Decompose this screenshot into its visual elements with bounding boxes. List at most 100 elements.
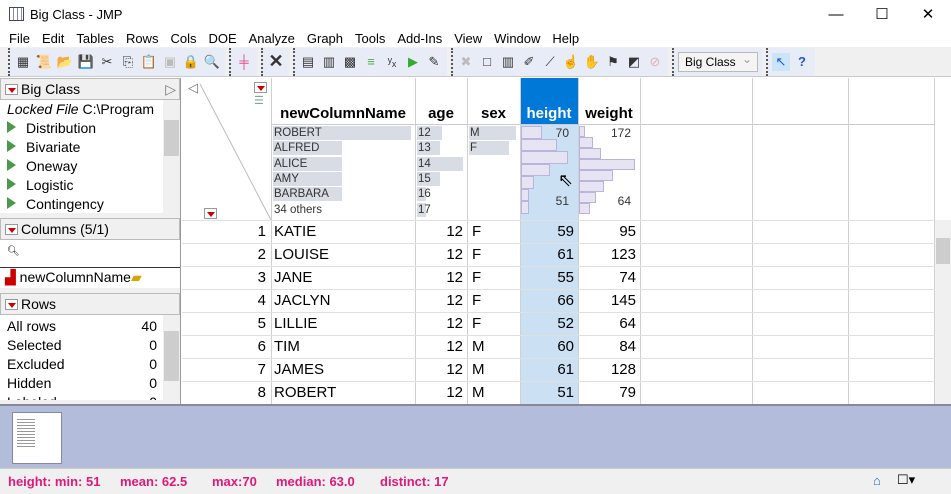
cell-age[interactable]: 12 — [415, 338, 463, 355]
menu-file[interactable]: File — [0, 30, 36, 47]
menu-doe[interactable]: DOE — [202, 30, 242, 47]
menu-tools[interactable]: Tools — [349, 30, 391, 47]
scrollbar[interactable] — [163, 100, 180, 213]
arrow-pointer-icon[interactable]: ↖ — [772, 52, 790, 71]
menu-tables[interactable]: Tables — [70, 30, 120, 47]
table-row[interactable]: 3 JANE 12 F 55 74 — [182, 266, 935, 289]
row-number[interactable]: 3 — [182, 269, 266, 286]
menu-add-ins[interactable]: Add-Ins — [391, 30, 448, 47]
minimize-button[interactable]: — — [813, 0, 859, 30]
cell-age[interactable]: 12 — [415, 384, 463, 401]
cell-newColumnName[interactable]: JAMES — [274, 361, 324, 378]
summary-icon[interactable]: ▥ — [320, 53, 338, 71]
annotate-icon[interactable]: ✐ — [520, 53, 538, 71]
scrollbar[interactable] — [163, 315, 180, 400]
row-number[interactable]: 7 — [182, 361, 266, 378]
rows-red-triangle-icon[interactable] — [203, 208, 217, 219]
paste-icon[interactable]: 📋 — [140, 53, 158, 71]
maximize-button[interactable]: ☐ — [859, 0, 905, 30]
script-item[interactable]: Distribution — [7, 119, 180, 138]
rows-panel-header[interactable]: Rows — [0, 293, 180, 315]
data-table-icon[interactable]: ▤ — [299, 53, 317, 71]
cell-height[interactable]: 52 — [520, 315, 574, 332]
cell-sex[interactable]: M — [472, 361, 485, 378]
cell-weight[interactable]: 95 — [578, 223, 636, 240]
menu-window[interactable]: Window — [488, 30, 546, 47]
split-icon[interactable]: ╪ — [235, 53, 253, 71]
column-list-item[interactable]: ▟ newColumnName▰ — [0, 268, 180, 288]
script-item[interactable]: Logistic — [7, 176, 180, 195]
table-combo[interactable]: Big Class — [678, 51, 758, 72]
cell-age[interactable]: 12 — [415, 246, 463, 263]
cell-sex[interactable]: F — [472, 292, 481, 309]
cell-age[interactable]: 12 — [415, 269, 463, 286]
table-row[interactable]: 4 JACLYN 12 F 66 145 — [182, 289, 935, 312]
cell-newColumnName[interactable]: LOUISE — [274, 246, 329, 263]
table-row[interactable]: 5 LILLIE 12 F 52 64 — [182, 312, 935, 335]
graph-builder-icon[interactable]: ▩ — [341, 53, 359, 71]
menu-rows[interactable]: Rows — [120, 30, 165, 47]
cell-height[interactable]: 55 — [520, 269, 574, 286]
cell-age[interactable]: 12 — [415, 315, 463, 332]
cell-weight[interactable]: 64 — [578, 315, 636, 332]
new-script-icon[interactable]: 📜 — [35, 53, 53, 71]
collapse-icon[interactable]: ▷ — [165, 81, 176, 98]
row-number[interactable]: 2 — [182, 246, 266, 263]
cell-newColumnName[interactable]: LILLIE — [274, 315, 317, 332]
lock-icon[interactable]: 🔒 — [182, 53, 200, 71]
table-panel-header[interactable]: Big Class ▷ — [0, 78, 180, 100]
cell-height[interactable]: 51 — [520, 384, 574, 401]
cell-sex[interactable]: M — [472, 384, 485, 401]
settings-icon[interactable]: ▣ — [161, 53, 179, 71]
menu-view[interactable]: View — [448, 30, 488, 47]
collapse-left-icon[interactable]: ◁ — [188, 80, 198, 96]
cell-weight[interactable]: 123 — [578, 246, 636, 263]
row-number[interactable]: 5 — [182, 315, 266, 332]
column-header-newColumnName[interactable]: newColumnName — [271, 105, 415, 122]
table-row[interactable]: 1 KATIE 12 F 59 95 — [182, 220, 935, 243]
red-triangle-icon[interactable] — [5, 223, 18, 235]
wand-icon[interactable]: ⟋ — [541, 53, 559, 71]
column-header-height[interactable]: height — [520, 105, 578, 122]
cell-height[interactable]: 60 — [520, 338, 574, 355]
red-triangle-icon[interactable] — [5, 83, 18, 95]
row-number[interactable]: 4 — [182, 292, 266, 309]
cell-sex[interactable]: M — [472, 338, 485, 355]
script-item[interactable]: Bivariate — [7, 138, 180, 157]
row-number[interactable]: 6 — [182, 338, 266, 355]
column-header-weight[interactable]: weight — [578, 105, 640, 122]
cell-newColumnName[interactable]: JANE — [274, 269, 312, 286]
cell-newColumnName[interactable]: ROBERT — [274, 384, 336, 401]
table-row[interactable]: 7 JAMES 12 M 61 128 — [182, 358, 935, 381]
help-icon[interactable]: ? — [793, 53, 811, 71]
column-header-age[interactable]: age — [415, 105, 467, 122]
cell-sex[interactable]: F — [472, 315, 481, 332]
new-table-icon[interactable]: ▦ — [14, 53, 32, 71]
cell-age[interactable]: 12 — [415, 292, 463, 309]
columns-icon[interactable]: ▥ — [499, 53, 517, 71]
window-list-icon[interactable]: ☐▾ — [897, 472, 915, 488]
table-row[interactable]: 6 TIM 12 M 60 84 — [182, 335, 935, 358]
menu-help[interactable]: Help — [546, 30, 585, 47]
rectangle-icon[interactable]: □ — [478, 53, 496, 71]
cell-sex[interactable]: F — [472, 269, 481, 286]
cell-weight[interactable]: 128 — [578, 361, 636, 378]
save-icon[interactable]: 💾 — [77, 53, 95, 71]
cell-age[interactable]: 12 — [415, 223, 463, 240]
cut-icon[interactable]: ✂ — [98, 53, 116, 71]
script-item[interactable]: Contingency — [7, 195, 180, 213]
grid-scrollbar[interactable] — [935, 220, 951, 404]
cell-height[interactable]: 61 — [520, 246, 574, 263]
distribution-icon[interactable]: ≡ — [362, 53, 380, 71]
cell-weight[interactable]: 79 — [578, 384, 636, 401]
table-row[interactable]: 2 LOUISE 12 F 61 123 — [182, 243, 935, 266]
delete-icon[interactable]: ✖ — [457, 53, 475, 71]
search-icon[interactable]: 🔍 — [203, 53, 221, 71]
menu-cols[interactable]: Cols — [164, 30, 202, 47]
menu-graph[interactable]: Graph — [301, 30, 349, 47]
columns-red-triangle-icon[interactable] — [254, 82, 267, 93]
menu-analyze[interactable]: Analyze — [243, 30, 301, 47]
flag-icon[interactable]: ⚑ — [604, 53, 622, 71]
menu-edit[interactable]: Edit — [36, 30, 70, 47]
run-script-icon[interactable]: ▶ — [404, 53, 422, 71]
